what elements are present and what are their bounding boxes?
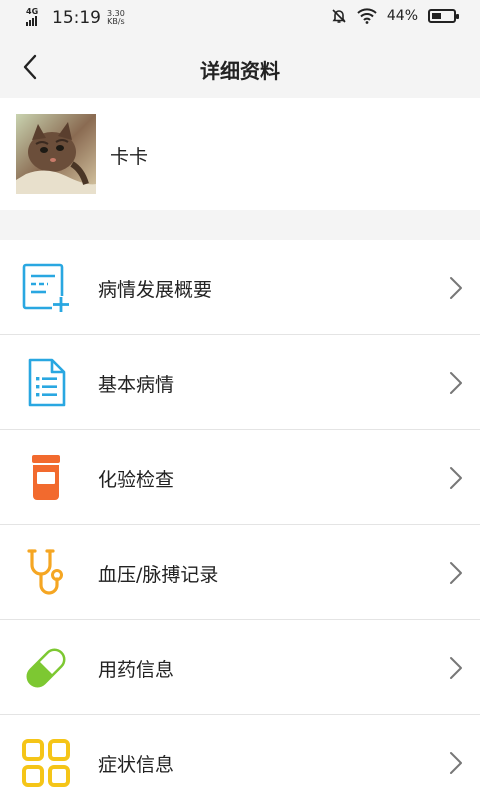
status-right: 44% <box>331 8 459 24</box>
menu-item-label: 用药信息 <box>98 659 175 681</box>
menu-item-blood-pressure[interactable]: 血压/脉搏记录 <box>0 525 480 620</box>
menu-item-disease-summary[interactable]: 病情发展概要 <box>0 240 480 335</box>
network-speed: 3.30 KB/s <box>107 10 125 26</box>
menu-item-label: 基本病情 <box>98 374 175 396</box>
menu-item-lab-tests[interactable]: 化验检查 <box>0 430 480 525</box>
chevron-right-icon <box>450 657 462 679</box>
chevron-right-icon <box>450 562 462 584</box>
page-title: 详细资料 <box>200 59 280 83</box>
chevron-right-icon <box>450 467 462 489</box>
menu-item-symptoms[interactable]: 症状信息 <box>0 715 480 800</box>
status-time: 15:19 <box>52 8 101 28</box>
profile-name: 卡卡 <box>110 146 149 168</box>
menu-item-label: 病情发展概要 <box>98 279 213 301</box>
chevron-right-icon <box>450 277 462 299</box>
status-left: 4G 15:19 3.30 KB/s <box>26 7 125 28</box>
battery-percent: 44% <box>386 8 418 24</box>
chevron-right-icon <box>450 752 462 774</box>
stethoscope-icon <box>20 547 72 599</box>
profile-card[interactable]: 卡卡 <box>0 98 480 210</box>
menu-item-label: 症状信息 <box>98 754 175 776</box>
avatar <box>16 114 96 194</box>
chevron-right-icon <box>450 372 462 394</box>
signal-icon: 4G <box>26 7 46 28</box>
menu-item-medication[interactable]: 用药信息 <box>0 620 480 715</box>
menu-item-label: 化验检查 <box>98 469 175 491</box>
document-icon <box>20 357 72 409</box>
test-bottle-icon <box>20 452 72 504</box>
battery-level <box>432 13 441 19</box>
menu-list: 病情发展概要 基本病情 化验检查 血压/脉搏记录 用药信息 症状信息 <box>0 240 480 800</box>
grid-icon <box>20 737 72 789</box>
status-bar: 4G 15:19 3.30 KB/s 44% <box>0 0 480 36</box>
title-bar: 详细资料 <box>0 36 480 98</box>
menu-item-label: 血压/脉搏记录 <box>98 564 219 586</box>
wifi-icon <box>357 8 377 24</box>
note-add-icon <box>20 262 72 314</box>
pill-icon <box>20 642 72 694</box>
network-type: 4G <box>26 7 39 16</box>
speed-unit: KB/s <box>107 17 125 26</box>
battery-icon <box>428 9 459 23</box>
menu-item-basic-condition[interactable]: 基本病情 <box>0 335 480 430</box>
mute-bell-icon <box>332 9 346 23</box>
